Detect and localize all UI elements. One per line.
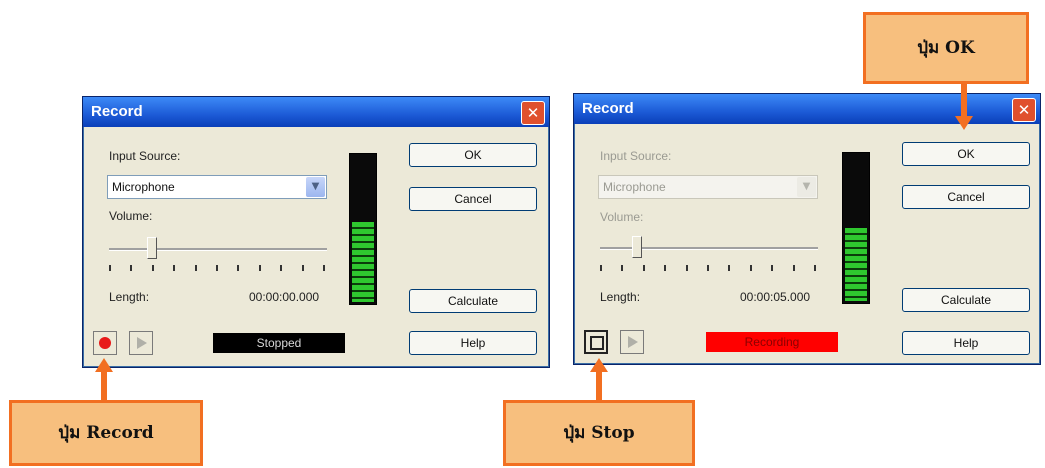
volume-tick [664,265,666,271]
volume-tick [707,265,709,271]
status-indicator: Recording [706,332,838,352]
volume-slider-thumb[interactable] [147,237,157,259]
volume-tick [814,265,816,271]
input-source-label: Input Source: [600,149,672,163]
volume-tick [600,265,602,271]
volume-tick [621,265,623,271]
chevron-down-icon[interactable]: ▼ [797,177,816,197]
volume-tick [216,265,218,271]
length-value: 00:00:00.000 [249,290,320,304]
volume-tick [195,265,197,271]
cancel-button[interactable]: Cancel [902,185,1030,209]
volume-ticks [600,265,818,271]
volume-tick [771,265,773,271]
volume-slider-track[interactable] [109,248,327,251]
play-button[interactable] [620,330,644,354]
volume-tick [686,265,688,271]
stop-button[interactable] [584,330,608,354]
record-dialog-stopped: Record ✕ Input Source: Microphone ▼ Volu… [82,96,550,368]
volume-tick [109,265,111,271]
help-button[interactable]: Help [409,331,537,355]
record-circle-icon [99,337,111,349]
input-source-value: Microphone [112,180,175,194]
chevron-down-icon[interactable]: ▼ [306,177,325,197]
level-meter-bars [352,222,374,302]
close-icon[interactable]: ✕ [521,101,545,125]
volume-tick [152,265,154,271]
stop-icon [590,336,604,350]
play-icon [137,337,147,349]
calculate-button[interactable]: Calculate [409,289,537,313]
volume-tick [728,265,730,271]
volume-tick [793,265,795,271]
volume-slider-thumb[interactable] [632,236,642,258]
callout-record-button: ปุ่ม Record [9,400,203,466]
volume-tick [280,265,282,271]
volume-tick [750,265,752,271]
input-source-label: Input Source: [109,149,181,163]
volume-ticks [109,265,327,271]
arrow-to-stop [596,370,602,400]
input-source-select[interactable]: Microphone ▼ [598,175,818,199]
length-value: 00:00:05.000 [740,290,811,304]
level-meter [842,152,870,304]
level-meter-bars [845,228,867,301]
volume-tick [130,265,132,271]
length-label: Length: [109,290,150,304]
play-button[interactable] [129,331,153,355]
callout-ok-button: ปุ่ม OK [863,12,1029,84]
input-source-select[interactable]: Microphone ▼ [107,175,327,199]
volume-tick [237,265,239,271]
volume-tick [323,265,325,271]
callout-stop-button: ปุ่ม Stop [503,400,695,466]
level-meter [349,153,377,305]
arrow-to-ok [961,84,967,118]
arrow-down-icon [955,116,973,130]
record-dialog-recording: Record ✕ Input Source: Microphone ▼ Volu… [573,93,1041,365]
volume-tick [173,265,175,271]
dialog-title: Record [91,103,143,120]
volume-tick [643,265,645,271]
input-source-value: Microphone [603,180,666,194]
help-button[interactable]: Help [902,331,1030,355]
cancel-button[interactable]: Cancel [409,187,537,211]
status-indicator: Stopped [213,333,345,353]
length-label: Length: [600,290,641,304]
volume-label: Volume: [109,209,153,223]
calculate-button[interactable]: Calculate [902,288,1030,312]
dialog-title: Record [582,100,634,117]
arrow-to-record [101,370,107,400]
record-button[interactable] [93,331,117,355]
title-bar: Record ✕ [83,97,549,127]
volume-tick [259,265,261,271]
volume-label: Volume: [600,210,644,224]
ok-button[interactable]: OK [902,142,1030,166]
close-icon[interactable]: ✕ [1012,98,1036,122]
ok-button[interactable]: OK [409,143,537,167]
volume-tick [302,265,304,271]
play-icon [628,336,638,348]
